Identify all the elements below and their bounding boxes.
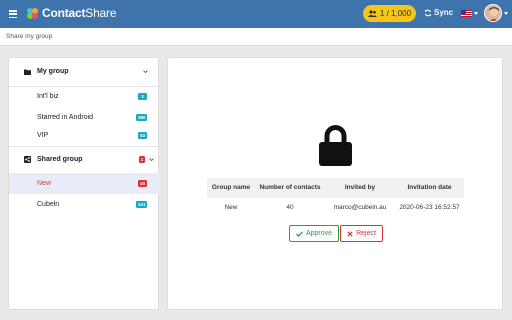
menu-icon[interactable]: [9, 10, 17, 19]
sync-label: Sync: [434, 8, 454, 17]
share-icon: [24, 156, 31, 163]
my-group-header[interactable]: My group: [9, 58, 160, 86]
contactshare-logo-icon: [27, 8, 38, 19]
check-icon: [296, 230, 303, 237]
approve-label: Approve: [305, 230, 333, 237]
avatar[interactable]: [484, 4, 502, 22]
count-badge: 341: [136, 201, 147, 208]
sidebar-item-label: Starred in Android: [37, 114, 94, 121]
sidebar-item-label: Int'l biz: [37, 93, 59, 100]
lock-icon: [319, 125, 352, 166]
avatar-image: [485, 5, 501, 21]
sidebar-item-cubeln[interactable]: Cubeln 341: [9, 194, 160, 215]
shared-group-header[interactable]: Shared group 1: [9, 146, 160, 174]
us-flag-icon[interactable]: [461, 10, 472, 17]
shared-group-title: Shared group: [37, 156, 83, 163]
user-menu-caret-icon[interactable]: [504, 12, 508, 15]
cell-group-name: New: [224, 204, 238, 211]
quota-text: 1 / 1,000: [379, 9, 412, 18]
header-invited-by: Invited by: [344, 184, 376, 191]
header-invitation-date: Invitation date: [407, 184, 452, 191]
sidebar-item-label: VIP: [37, 132, 49, 139]
count-badge: 40: [138, 180, 147, 187]
sidebar-item-vip[interactable]: VIP 53: [9, 125, 160, 146]
chevron-down-icon[interactable]: [149, 157, 154, 162]
approve-button[interactable]: Approve: [289, 225, 339, 242]
brand-name[interactable]: ContactShare: [42, 6, 117, 20]
sidebar-item-label: Cubeln: [37, 201, 60, 208]
breadcrumb-bar: Share my group: [0, 28, 512, 46]
contact-quota-button[interactable]: 1 / 1,000: [363, 5, 416, 22]
invitation-panel: Group name Number of contacts Invited by…: [167, 57, 503, 310]
breadcrumb: Share my group: [6, 33, 53, 40]
group-sidebar: My group Int'l biz 3 Starred in Android …: [8, 57, 160, 310]
brand-contact: Contact: [42, 6, 86, 20]
cell-invitation-date: 2020-06-23 16:52:57: [399, 204, 460, 211]
table-header: Group name Number of contacts Invited by…: [207, 178, 464, 198]
sidebar-item-label: New: [37, 180, 52, 187]
language-caret-icon[interactable]: [474, 12, 478, 15]
count-badge: 3: [138, 93, 147, 100]
chevron-down-icon[interactable]: [143, 69, 148, 74]
notification-badge: 1: [139, 156, 145, 163]
sidebar-item-new[interactable]: New 40: [9, 173, 160, 194]
sidebar-item-intl-biz[interactable]: Int'l biz 3: [9, 86, 160, 107]
users-icon: [367, 10, 377, 17]
folder-icon: [24, 69, 31, 75]
header-group-name: Group name: [211, 184, 251, 191]
table-row: New 40 marco@cubein.au 2020-06-23 16:52:…: [207, 198, 464, 218]
header-number-of-contacts: Number of contacts: [259, 184, 321, 191]
brand-share: Share: [85, 6, 117, 20]
reject-label: Reject: [356, 230, 376, 237]
my-group-title: My group: [37, 68, 69, 75]
sync-button[interactable]: Sync: [424, 8, 453, 17]
close-icon: [347, 230, 353, 237]
top-navigation-bar: ContactShare 1 / 1,000 Sync: [0, 0, 512, 28]
reject-button[interactable]: Reject: [340, 225, 383, 242]
cell-number-of-contacts: 40: [286, 204, 294, 211]
sync-icon: [424, 9, 432, 16]
count-badge: 53: [138, 132, 147, 139]
cell-invited-by: marco@cubein.au: [333, 204, 387, 211]
count-badge: 380: [136, 114, 147, 121]
